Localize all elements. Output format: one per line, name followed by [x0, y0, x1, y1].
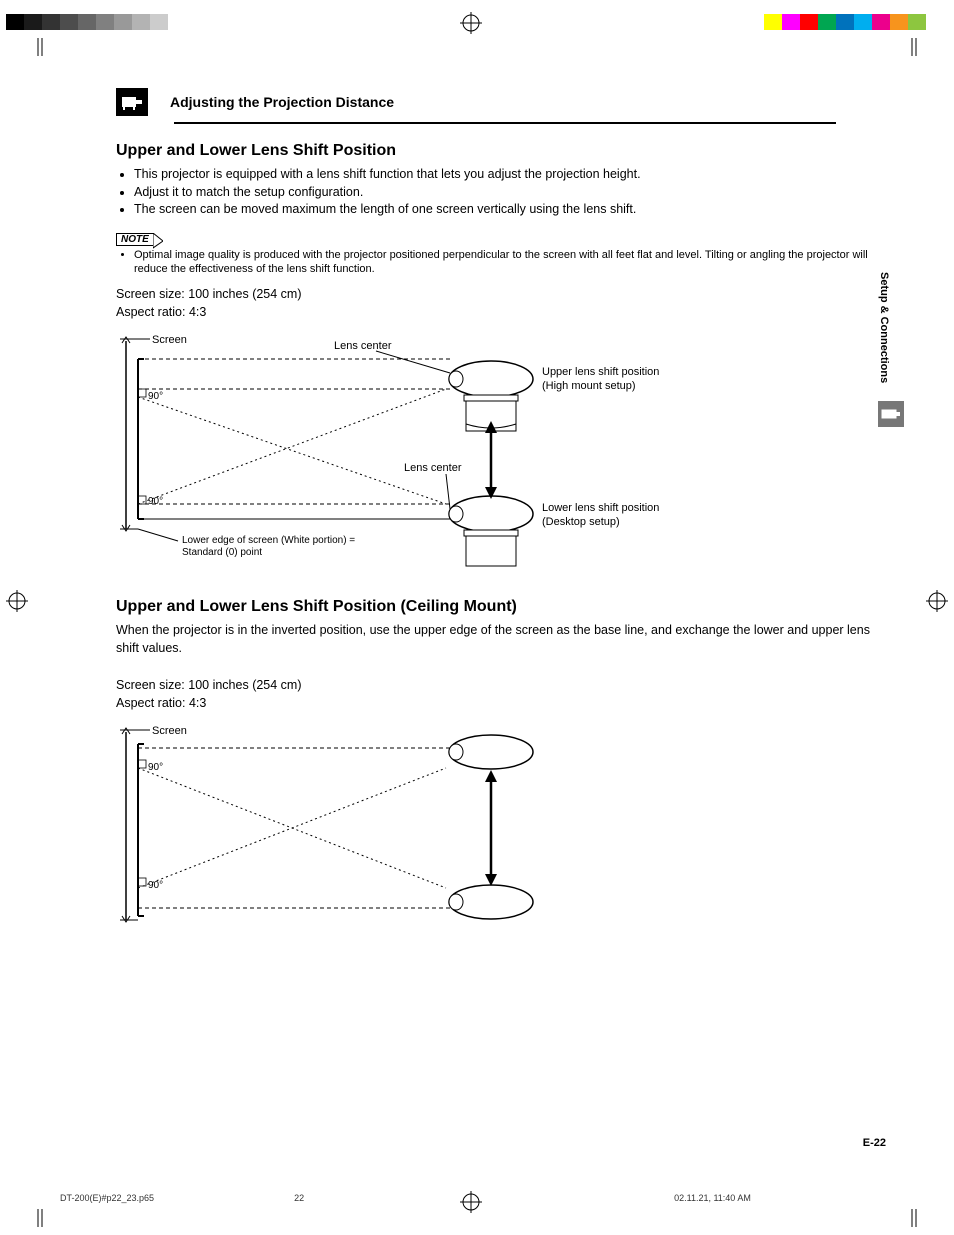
page-number: E-22 [863, 1137, 886, 1149]
footer-page: 22 [294, 1193, 304, 1203]
spec-block-2: Screen size: 100 inches (254 cm) Aspect … [116, 677, 886, 712]
header-bar: Adjusting the Projection Distance [116, 88, 886, 116]
page-content: Adjusting the Projection Distance Upper … [116, 88, 886, 976]
note-item: Optimal image quality is produced with t… [134, 248, 886, 277]
print-footer: DT-200(E)#p22_23.p65 22 02.11.21, 11:40 … [60, 1193, 894, 1203]
projector-lower-icon [449, 496, 533, 566]
header-rule [174, 122, 836, 124]
note-label: NOTE [121, 234, 149, 245]
angle-label: 90° [148, 880, 163, 891]
bullet-item: This projector is equipped with a lens s… [134, 166, 886, 184]
projector-upper-inverted-icon [449, 735, 533, 769]
crop-mark-icon [912, 1205, 934, 1227]
angle-label: 90° [148, 762, 163, 773]
angle-label: 90° [148, 391, 163, 402]
spec-aspect-ratio: Aspect ratio: 4:3 [116, 304, 886, 322]
note-tag: NOTE [116, 233, 154, 246]
projector-upper-icon [449, 361, 533, 431]
section1-bullets: This projector is equipped with a lens s… [116, 166, 886, 219]
footer-file: DT-200(E)#p22_23.p65 [60, 1193, 154, 1203]
spec-screen-size: Screen size: 100 inches (254 cm) [116, 677, 886, 695]
projector-icon [116, 88, 148, 116]
section2-intro: When the projector is in the inverted po… [116, 622, 886, 657]
angle-label: 90° [148, 496, 163, 507]
upper-pos-sub: (High mount setup) [542, 380, 636, 392]
spec-aspect-ratio: Aspect ratio: 4:3 [116, 695, 886, 713]
edge-note: Lower edge of screen (White portion) = [182, 535, 355, 546]
crop-mark-icon [38, 38, 60, 60]
screen-label: Screen [152, 334, 187, 346]
crop-mark-icon [912, 38, 934, 60]
upper-pos-label: Upper lens shift position [542, 366, 659, 378]
edge-note2: Standard (0) point [182, 547, 262, 558]
spec-block: Screen size: 100 inches (254 cm) Aspect … [116, 286, 886, 321]
registration-mark-icon [6, 590, 28, 612]
footer-date: 02.11.21, 11:40 AM [674, 1193, 751, 1203]
lower-pos-label: Lower lens shift position [542, 502, 659, 514]
note-block: NOTE Optimal image quality is produced w… [116, 229, 886, 277]
registration-mark-icon [926, 590, 948, 612]
screen-label: Screen [152, 725, 187, 737]
section2-heading: Upper and Lower Lens Shift Position (Cei… [116, 598, 886, 616]
bullet-item: The screen can be moved maximum the leng… [134, 201, 886, 219]
crop-mark-icon [38, 1205, 60, 1227]
registration-mark-icon [460, 12, 482, 34]
section1-heading: Upper and Lower Lens Shift Position [116, 142, 886, 160]
spec-screen-size: Screen size: 100 inches (254 cm) [116, 286, 886, 304]
lens-shift-diagram: Screen 90° 90° Lens center Upper lens sh… [116, 329, 836, 567]
note-text: Optimal image quality is produced with t… [116, 248, 886, 277]
header-title: Adjusting the Projection Distance [170, 94, 394, 110]
lower-pos-sub: (Desktop setup) [542, 516, 620, 528]
lens-center-label: Lens center [404, 462, 462, 474]
projector-lower-inverted-icon [449, 885, 533, 919]
ceiling-mount-diagram: Screen 90° 90° [116, 720, 836, 945]
bullet-item: Adjust it to match the setup configurati… [134, 184, 886, 202]
lens-center-label: Lens center [334, 340, 392, 352]
